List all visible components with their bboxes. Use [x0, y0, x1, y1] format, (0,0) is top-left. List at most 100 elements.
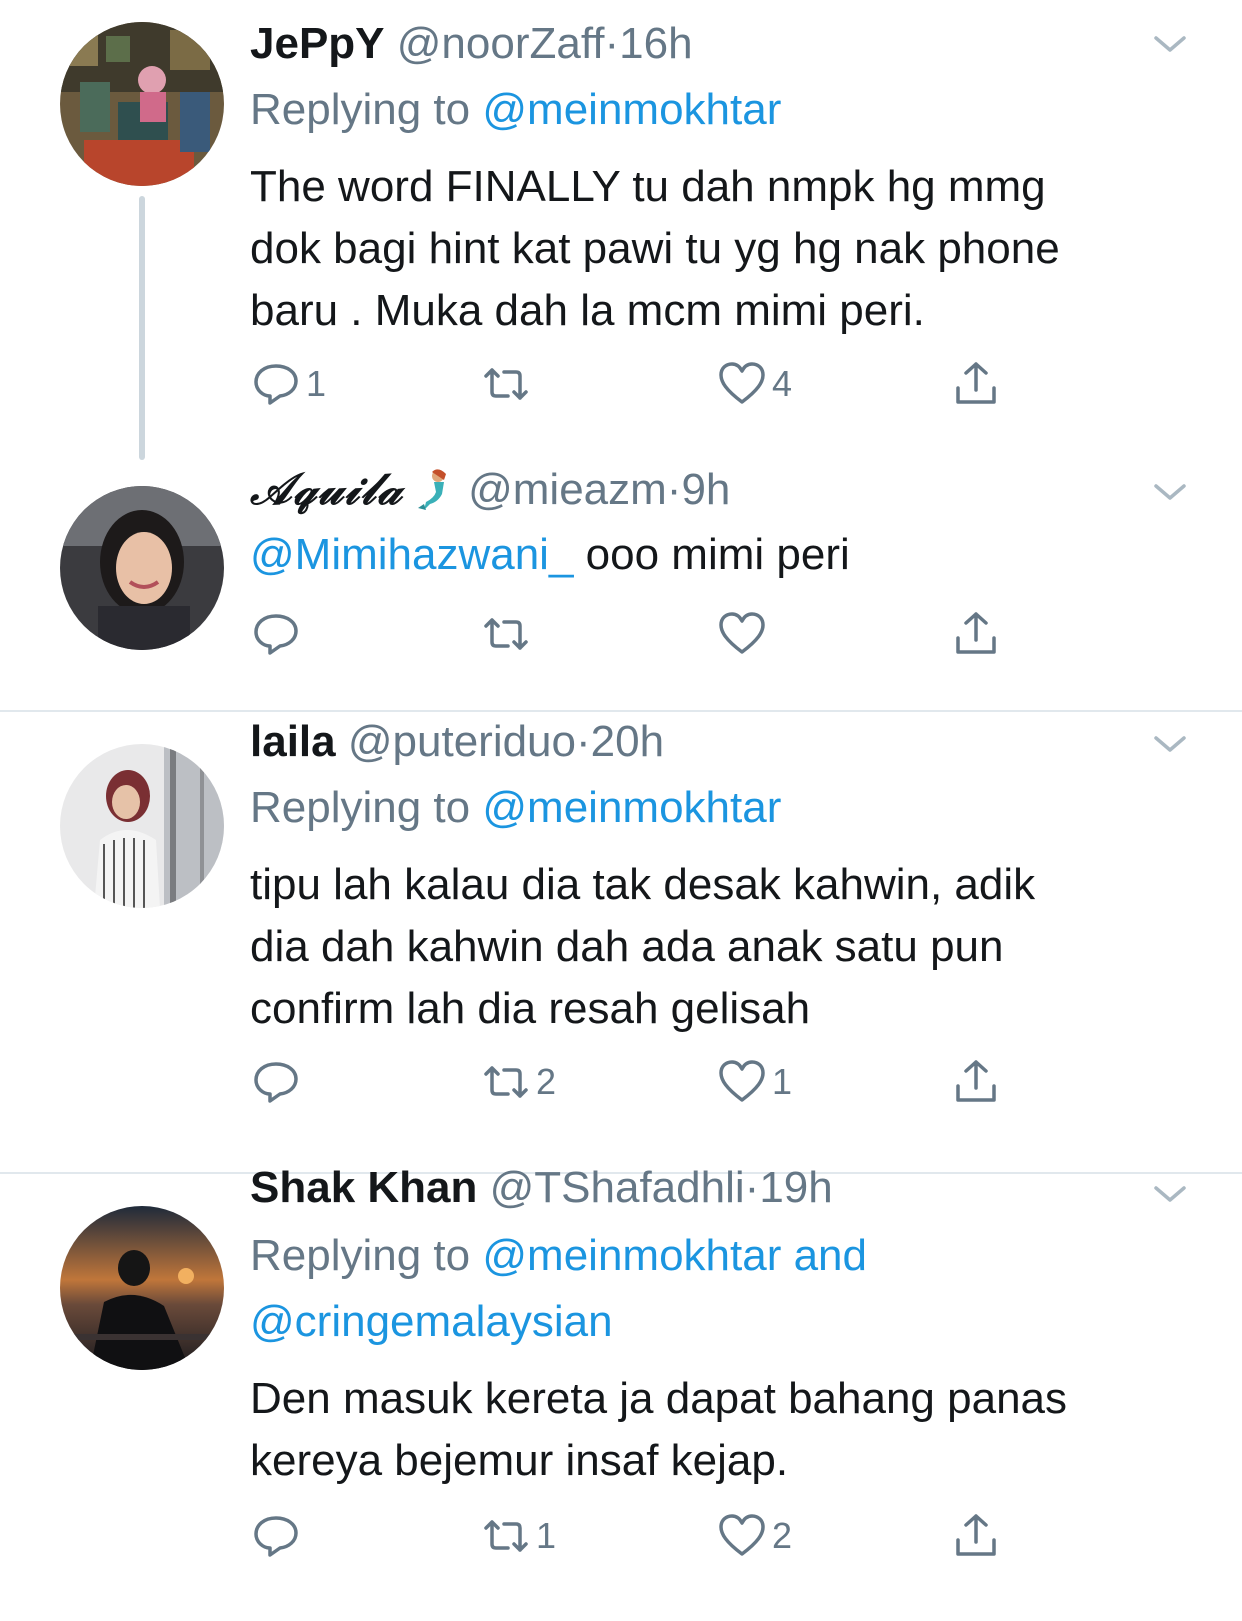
- tweet-text-line: dok bagi hint kat pawi tu yg hg nak phon…: [250, 224, 1060, 273]
- share-icon: [956, 1060, 996, 1102]
- display-name[interactable]: Shak Khan: [250, 1163, 477, 1212]
- replying-to-link[interactable]: @meinmokhtar: [482, 85, 781, 134]
- retweet-icon: [484, 1066, 528, 1098]
- like-count: 4: [772, 363, 793, 404]
- like-icon: [719, 1514, 765, 1556]
- replying-prefix: Replying to: [250, 1231, 471, 1280]
- replying-to: Replying to @meinmokhtar and: [250, 1224, 867, 1288]
- avatar[interactable]: [60, 486, 224, 650]
- tweet-text: tipu lah kalau dia tak desak kahwin, adi…: [250, 854, 1170, 1040]
- retweet-icon: [484, 618, 528, 650]
- replying-to-link[interactable]: @meinmokhtar: [482, 783, 781, 832]
- chevron-down-icon[interactable]: [1150, 730, 1190, 758]
- tweet-aquila[interactable]: 𝒜𝓆𝓊𝒾𝓁𝒶 @mieazm·9h @Mimihazwani_ ooo mimi…: [0, 460, 1242, 710]
- tweet-laila[interactable]: laila @puteriduo·20h Replying to @meinmo…: [0, 712, 1242, 1172]
- replying-prefix: Replying to: [250, 783, 471, 832]
- display-name[interactable]: JePpY: [250, 19, 385, 68]
- replying-prefix: Replying to: [250, 85, 471, 134]
- handle[interactable]: @TShafadhli: [490, 1163, 745, 1212]
- tweet-shak-khan[interactable]: Shak Khan @TShafadhli·19h Replying to @m…: [0, 1163, 1242, 1621]
- share-button[interactable]: [950, 1054, 1002, 1110]
- tweet-text-line: baru . Muka dah la mcm mimi peri.: [250, 286, 925, 335]
- separator: ·: [666, 465, 682, 514]
- tweet-text-line: confirm lah dia resah gelisah: [250, 984, 811, 1033]
- display-name[interactable]: 𝒜𝓆𝓊𝒾𝓁𝒶: [250, 464, 404, 515]
- tweet-text-line: tipu lah kalau dia tak desak kahwin, adi…: [250, 860, 1036, 909]
- separator: ·: [744, 1163, 760, 1212]
- share-icon: [956, 1514, 996, 1556]
- reply-button[interactable]: 1: [250, 356, 326, 412]
- tweet-actions: 1 2: [250, 1508, 1050, 1564]
- tweet-header: 𝒜𝓆𝓊𝒾𝓁𝒶 @mieazm·9h: [250, 462, 730, 518]
- replying-to: Replying to @meinmokhtar: [250, 78, 781, 142]
- handle[interactable]: @mieazm: [468, 465, 667, 514]
- reply-button[interactable]: [250, 1054, 306, 1110]
- reply-count: 1: [306, 363, 327, 404]
- retweet-icon: [484, 368, 528, 400]
- replying-to-link[interactable]: @cringemalaysian: [250, 1297, 613, 1346]
- thread-line: [139, 196, 145, 460]
- reply-icon: [254, 364, 298, 405]
- replying-to-continued: @cringemalaysian: [250, 1290, 613, 1354]
- like-button[interactable]: [716, 606, 772, 662]
- separator: ·: [576, 717, 591, 766]
- reply-button[interactable]: [250, 1508, 306, 1564]
- share-icon: [956, 612, 996, 654]
- tweet-jeppy[interactable]: JePpY @noorZaff·16h Replying to @meinmok…: [0, 0, 1242, 460]
- tweet-text: The word FINALLY tu dah nmpk hg mmg dok …: [250, 156, 1170, 342]
- tweet-actions: [250, 606, 1050, 662]
- tweet-text-line: dia dah kahwin dah ada anak satu pun: [250, 922, 1004, 971]
- tweet-header: JePpY @noorZaff·16h: [250, 16, 693, 72]
- tweet-actions: 2 1: [250, 1054, 1050, 1110]
- tweet-header: Shak Khan @TShafadhli·19h: [250, 1160, 833, 1216]
- tweet-text-line: kereya bejemur insaf kejap.: [250, 1436, 789, 1485]
- chevron-down-icon[interactable]: [1150, 478, 1190, 506]
- chevron-down-icon[interactable]: [1150, 30, 1190, 58]
- retweet-button[interactable]: 2: [480, 1054, 556, 1110]
- tweet-text-line: Den masuk kereta ja dapat bahang panas: [250, 1374, 1068, 1423]
- replying-to: Replying to @meinmokhtar: [250, 776, 781, 840]
- share-icon: [956, 362, 996, 404]
- retweet-button[interactable]: 1: [480, 1508, 556, 1564]
- share-button[interactable]: [950, 1508, 1002, 1564]
- like-count: 1: [772, 1061, 793, 1102]
- reply-button[interactable]: [250, 606, 306, 662]
- reply-icon: [254, 1516, 298, 1557]
- avatar[interactable]: [60, 744, 224, 908]
- reply-icon: [254, 614, 298, 655]
- tweet-text-rest: ooo mimi peri: [573, 530, 850, 579]
- mention-link[interactable]: @Mimihazwani_: [250, 530, 573, 579]
- tweet-text: Den masuk kereta ja dapat bahang panas k…: [250, 1368, 1170, 1492]
- timestamp[interactable]: 9h: [681, 465, 730, 514]
- chevron-down-icon[interactable]: [1150, 1180, 1190, 1208]
- reply-icon: [254, 1062, 298, 1103]
- display-name[interactable]: laila: [250, 717, 336, 766]
- avatar[interactable]: [60, 22, 224, 186]
- retweet-button[interactable]: [480, 606, 536, 662]
- retweet-count: 1: [536, 1515, 557, 1556]
- like-icon: [719, 1060, 765, 1102]
- like-icon: [719, 362, 765, 404]
- retweet-count: 2: [536, 1061, 557, 1102]
- tweet-text: @Mimihazwani_ ooo mimi peri: [250, 524, 1170, 586]
- share-button[interactable]: [950, 606, 1002, 662]
- retweet-button[interactable]: [480, 356, 536, 412]
- timestamp[interactable]: 20h: [591, 717, 664, 766]
- avatar[interactable]: [60, 1206, 224, 1370]
- timestamp[interactable]: 16h: [619, 19, 692, 68]
- retweet-icon: [484, 1520, 528, 1552]
- like-button[interactable]: 1: [716, 1054, 792, 1110]
- handle[interactable]: @noorZaff: [397, 19, 605, 68]
- timestamp[interactable]: 19h: [759, 1163, 832, 1212]
- mermaid-emoji-icon: [417, 469, 446, 510]
- tweet-text-line: The word FINALLY tu dah nmpk hg mmg: [250, 162, 1046, 211]
- tweet-header: laila @puteriduo·20h: [250, 714, 664, 770]
- like-count: 2: [772, 1515, 793, 1556]
- replying-to-link[interactable]: @meinmokhtar and: [482, 1231, 867, 1280]
- like-button[interactable]: 2: [716, 1508, 792, 1564]
- share-button[interactable]: [950, 356, 1002, 412]
- like-button[interactable]: 4: [716, 356, 792, 412]
- handle[interactable]: @puteriduo: [348, 717, 576, 766]
- tweet-feed: JePpY @noorZaff·16h Replying to @meinmok…: [0, 0, 1242, 1621]
- tweet-actions: 1 4: [250, 356, 1050, 412]
